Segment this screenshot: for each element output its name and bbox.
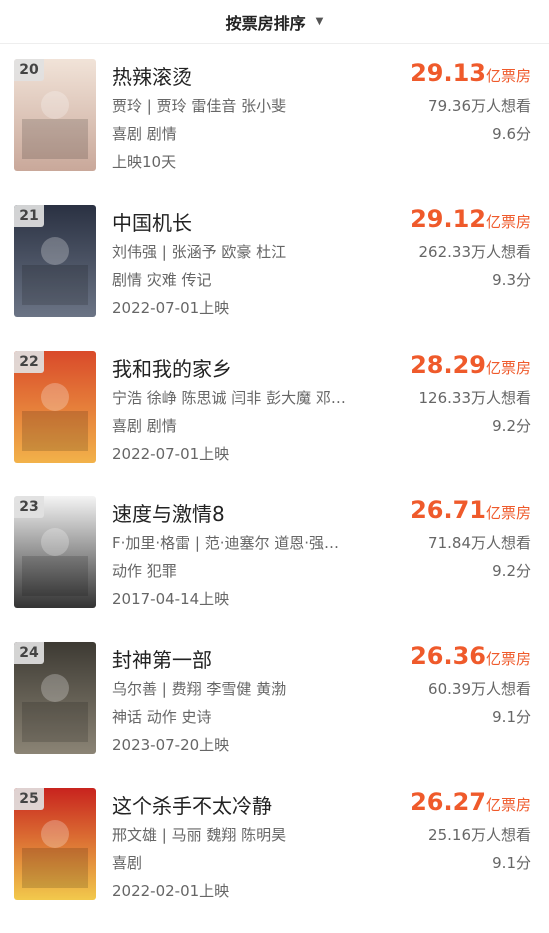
movie-row[interactable]: 20 热辣滚烫 贾玲 | 贾玲 雷佳音 张小斐 喜剧 剧情 上映10天 29.1… — [0, 59, 549, 204]
movie-genre: 喜剧 — [112, 854, 143, 872]
movie-genre: 喜剧 剧情 — [112, 417, 177, 435]
sort-by-box-office-button[interactable]: 按票房排序 ▼ — [226, 10, 324, 34]
movie-genre: 喜剧 剧情 — [112, 125, 177, 143]
movie-poster[interactable]: 23 — [14, 496, 96, 608]
want-to-see-count: 262.33万人想看 — [418, 243, 532, 261]
rating-score: 9.1分 — [492, 854, 531, 872]
box-office-unit: 亿票房 — [485, 504, 531, 522]
box-office-value: 29.12 — [410, 205, 486, 233]
box-office: 28.29亿票房 — [410, 351, 531, 379]
box-office-unit: 亿票房 — [485, 213, 531, 231]
box-office-value: 28.29 — [410, 351, 486, 379]
rank-badge: 24 — [14, 642, 44, 664]
sort-label: 按票房排序 — [225, 13, 306, 33]
movie-genre: 剧情 灾难 传记 — [112, 271, 212, 289]
rating-score: 9.3分 — [492, 271, 531, 289]
release-date: 2017-04-14上映 — [112, 590, 230, 608]
release-date: 2022-07-01上映 — [112, 445, 230, 463]
movie-title[interactable]: 这个杀手不太冷静 — [112, 790, 272, 819]
movie-cast: 宁浩 徐峥 陈思诚 闫非 彭大魔 邓… — [112, 389, 346, 407]
movie-cast: F·加里·格雷 | 范·迪塞尔 道恩·强… — [112, 534, 340, 552]
rating-score: 9.2分 — [492, 562, 531, 580]
box-office-value: 29.13 — [410, 59, 486, 87]
box-office: 29.12亿票房 — [410, 205, 531, 233]
movie-title[interactable]: 速度与激情8 — [112, 498, 225, 527]
movie-poster[interactable]: 25 — [14, 788, 96, 900]
box-office-unit: 亿票房 — [485, 650, 531, 668]
movie-genre: 动作 犯罪 — [112, 562, 177, 580]
want-to-see-count: 71.84万人想看 — [428, 534, 531, 552]
movie-poster[interactable]: 20 — [14, 59, 96, 171]
rank-badge: 25 — [14, 788, 44, 810]
rank-badge: 20 — [14, 59, 44, 81]
want-to-see-count: 25.16万人想看 — [428, 826, 531, 844]
box-office: 26.36亿票房 — [410, 642, 531, 670]
box-office-value: 26.27 — [410, 788, 486, 816]
movie-row[interactable]: 21 中国机长 刘伟强 | 张涵予 欧豪 杜江 剧情 灾难 传记 2022-07… — [0, 205, 549, 350]
want-to-see-count: 126.33万人想看 — [418, 389, 532, 407]
movie-poster[interactable]: 21 — [14, 205, 96, 317]
movie-row[interactable]: 24 封神第一部 乌尔善 | 费翔 李雪健 黄渤 神话 动作 史诗 2023-0… — [0, 642, 549, 787]
release-date: 上映10天 — [112, 153, 177, 171]
movie-row[interactable]: 22 我和我的家乡 宁浩 徐峥 陈思诚 闫非 彭大魔 邓… 喜剧 剧情 2022… — [0, 351, 549, 496]
movie-title[interactable]: 我和我的家乡 — [112, 353, 232, 382]
release-date: 2022-07-01上映 — [112, 299, 230, 317]
box-office: 26.71亿票房 — [410, 496, 531, 524]
release-date: 2023-07-20上映 — [112, 736, 230, 754]
movie-row[interactable]: 23 速度与激情8 F·加里·格雷 | 范·迪塞尔 道恩·强… 动作 犯罪 20… — [0, 496, 549, 641]
movie-genre: 神话 动作 史诗 — [112, 708, 212, 726]
movie-cast: 乌尔善 | 费翔 李雪健 黄渤 — [112, 680, 287, 698]
movie-cast: 刘伟强 | 张涵予 欧豪 杜江 — [112, 243, 287, 261]
movie-title[interactable]: 中国机长 — [112, 207, 192, 236]
movie-cast: 贾玲 | 贾玲 雷佳音 张小斐 — [112, 97, 287, 115]
movie-title[interactable]: 热辣滚烫 — [112, 61, 192, 90]
box-office-unit: 亿票房 — [485, 359, 531, 377]
sort-header: 按票房排序 ▼ — [0, 0, 549, 44]
box-office-unit: 亿票房 — [485, 67, 531, 85]
want-to-see-count: 79.36万人想看 — [428, 97, 531, 115]
release-date: 2022-02-01上映 — [112, 882, 230, 900]
movie-cast: 邢文雄 | 马丽 魏翔 陈明昊 — [112, 826, 287, 844]
rating-score: 9.2分 — [492, 417, 531, 435]
box-office: 26.27亿票房 — [410, 788, 531, 816]
want-to-see-count: 60.39万人想看 — [428, 680, 531, 698]
movie-poster[interactable]: 24 — [14, 642, 96, 754]
movie-row[interactable]: 25 这个杀手不太冷静 邢文雄 | 马丽 魏翔 陈明昊 喜剧 2022-02-0… — [0, 788, 549, 933]
caret-down-icon: ▼ — [315, 16, 324, 27]
rank-badge: 22 — [14, 351, 44, 373]
rank-badge: 21 — [14, 205, 44, 227]
box-office-value: 26.36 — [410, 642, 486, 670]
rating-score: 9.6分 — [492, 125, 531, 143]
movie-poster[interactable]: 22 — [14, 351, 96, 463]
box-office-value: 26.71 — [410, 496, 486, 524]
movie-title[interactable]: 封神第一部 — [112, 644, 212, 673]
rank-badge: 23 — [14, 496, 44, 518]
box-office: 29.13亿票房 — [410, 59, 531, 87]
rating-score: 9.1分 — [492, 708, 531, 726]
box-office-unit: 亿票房 — [485, 796, 531, 814]
